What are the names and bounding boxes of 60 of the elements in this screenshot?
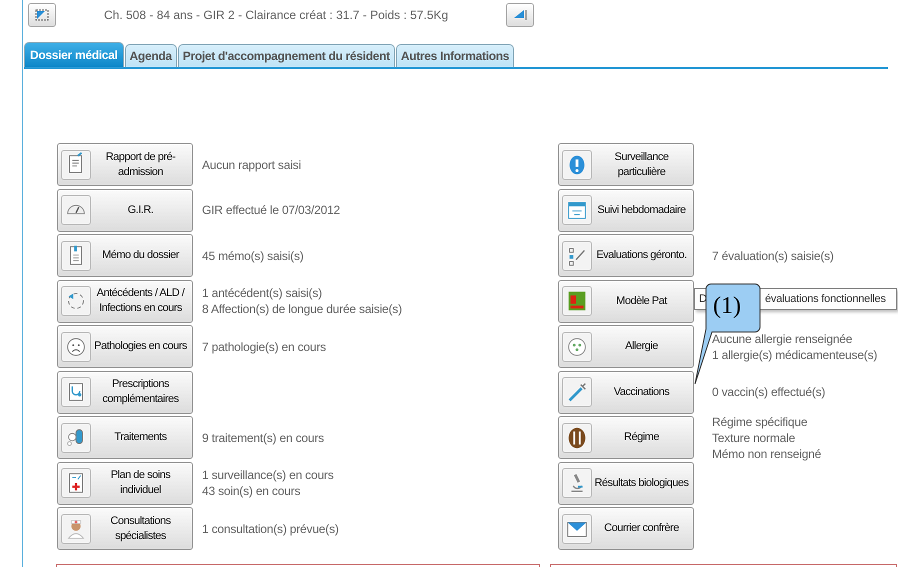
- tab[interactable]: Autres Informations: [396, 44, 514, 67]
- microscope-icon: [562, 468, 592, 498]
- exclamation-icon: [562, 150, 592, 180]
- stethoscope-icon: [61, 377, 91, 407]
- summary-text: 8 Affection(s) de longue durée saisie(s): [202, 301, 402, 317]
- summary-text: Aucune allergie renseignée: [712, 330, 854, 346]
- module-button[interactable]: G.I.R.: [57, 188, 193, 232]
- forward-icon[interactable]: [506, 3, 534, 27]
- back-icon[interactable]: [28, 3, 56, 27]
- module-button[interactable]: Traitements: [57, 416, 193, 459]
- nurse-icon: [61, 514, 91, 544]
- module-button[interactable]: Allergie: [558, 325, 694, 368]
- summary-text: Mémo non renseigné: [712, 446, 822, 462]
- envelope-icon: [562, 514, 592, 544]
- summary-text: 7 évaluation(s) saisie(s): [712, 248, 834, 264]
- summary-text: 43 soin(s) en cours: [202, 483, 302, 499]
- tooltip-text: évaluations fonctionnelles: [765, 293, 886, 305]
- tab[interactable]: Projet d'accompagnement du résident: [178, 44, 395, 67]
- module-button[interactable]: Evaluations géronto.: [558, 234, 694, 277]
- module-button[interactable]: Régime: [558, 416, 694, 459]
- gauge-icon: [61, 195, 91, 225]
- memo-icon: [61, 240, 91, 270]
- summary-text: Régime spécifique: [712, 414, 808, 430]
- summary-text: 1 surveillance(s) en cours: [202, 467, 334, 483]
- module-button[interactable]: Surveillance particulière: [558, 143, 694, 186]
- module-button[interactable]: Suivi hebdomadaire: [558, 188, 694, 232]
- module-button[interactable]: Plan de soins individuel: [57, 462, 193, 504]
- summary-text: 9 traitement(s) en cours: [202, 430, 324, 446]
- module-button[interactable]: Résultats biologiques: [558, 462, 694, 504]
- summary-text: 1 allergie(s) médicamenteuse(s): [712, 346, 878, 362]
- summary-text: 1 antécédent(s) saisi(s): [202, 285, 323, 301]
- summary-text: 45 mémo(s) saisi(s): [202, 248, 304, 264]
- pathos-logo-icon: [562, 286, 592, 316]
- cutlery-icon: [562, 422, 592, 452]
- sad-face-icon: [61, 332, 91, 362]
- module-button[interactable]: Modèle Pat: [558, 280, 694, 322]
- module-button[interactable]: Antécédents / ALD / Infections en cours: [57, 280, 193, 322]
- module-button[interactable]: Vaccinations: [558, 370, 694, 414]
- module-button[interactable]: Rapport de pré-admission: [57, 143, 193, 186]
- syringe-icon: [562, 377, 592, 407]
- summary-text: 1 consultation(s) prévue(s): [202, 520, 339, 536]
- allergy-icon: [562, 332, 592, 362]
- callout-label: (1): [713, 293, 741, 320]
- calendar-icon: [562, 195, 592, 225]
- summary-text: 0 vaccin(s) effectué(s): [712, 384, 826, 400]
- module-button[interactable]: Mémo du dossier: [57, 234, 193, 277]
- summary-text: Texture normale: [712, 430, 796, 446]
- summary-text: GIR effectué le 07/03/2012: [202, 202, 340, 218]
- patient-info: Ch. 508 - 84 ans - GIR 2 - Clairance créat : 31.7 - Poids : 57.5Kg: [104, 8, 450, 22]
- summary-text: Aucun rapport saisi: [202, 156, 301, 172]
- module-button[interactable]: Consultations spécialistes: [57, 507, 193, 550]
- document-icon: [61, 150, 91, 180]
- tab[interactable]: Agenda: [124, 44, 177, 67]
- care-plan-icon: [61, 468, 91, 498]
- module-button[interactable]: Prescriptions complémentaires: [57, 370, 193, 414]
- module-button[interactable]: Pathologies en cours: [57, 325, 193, 368]
- pills-icon: [61, 422, 91, 452]
- checklist-icon: [562, 240, 592, 270]
- summary-text: 7 pathologie(s) en cours: [202, 338, 326, 354]
- module-button[interactable]: Courrier confrère: [558, 507, 694, 550]
